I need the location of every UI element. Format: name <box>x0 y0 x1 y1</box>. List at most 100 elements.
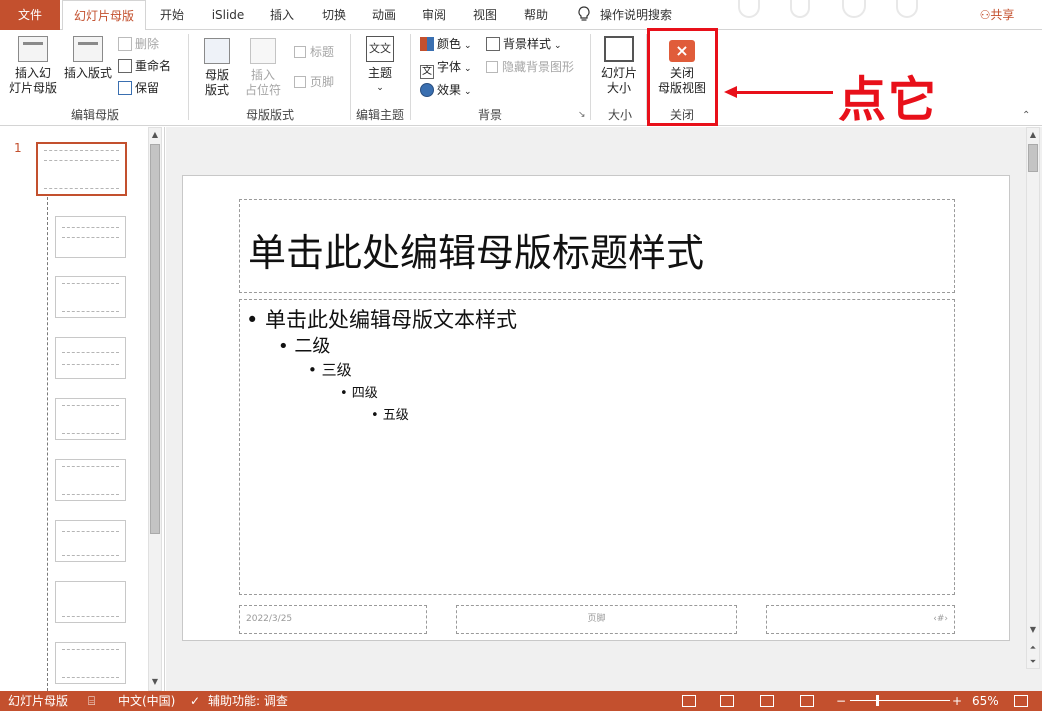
master-slide-canvas[interactable]: 单击此处编辑母版标题样式 • 单击此处编辑母版文本样式 • 二级 • 三级 • … <box>182 175 1010 641</box>
rename-icon <box>118 59 132 73</box>
colors-button[interactable]: 颜色 ⌄ <box>420 34 472 54</box>
thumbnail-master[interactable] <box>36 142 127 196</box>
next-slide-icon[interactable]: ⏷ <box>1027 656 1039 668</box>
scrollbar-thumb[interactable] <box>150 144 160 534</box>
tell-me-search[interactable]: 操作说明搜索 <box>600 0 684 30</box>
scroll-down-arrow-icon[interactable]: ▼ <box>1027 624 1039 636</box>
scrollbar-thumb[interactable] <box>1028 144 1038 172</box>
title-checkbox-label: 标题 <box>310 45 335 59</box>
insert-placeholder-icon <box>250 38 276 64</box>
thumb-placeholder <box>62 227 119 228</box>
scroll-up-arrow-icon[interactable]: ▲ <box>149 129 161 141</box>
tab-file[interactable]: 文件 <box>0 0 60 30</box>
effects-button[interactable]: 效果 ⌄ <box>420 80 472 100</box>
tab-help[interactable]: 帮助 <box>514 0 558 30</box>
group-divider <box>590 34 591 120</box>
group-divider <box>188 34 189 120</box>
tab-islide[interactable]: iSlide <box>204 0 252 30</box>
effects-icon <box>420 83 434 97</box>
background-styles-label: 背景样式 <box>503 37 552 51</box>
previous-slide-icon[interactable]: ⏶ <box>1027 642 1039 654</box>
background-styles-button[interactable]: 背景样式 ⌄ <box>486 34 562 54</box>
preserve-button[interactable]: 保留 <box>118 78 159 98</box>
fonts-button[interactable]: 文字体 ⌄ <box>420 57 472 79</box>
footer-checkbox[interactable]: 页脚 <box>294 72 334 92</box>
title-checkbox[interactable]: 标题 <box>294 42 334 62</box>
title-placeholder[interactable]: 单击此处编辑母版标题样式 <box>239 199 955 293</box>
annotation-arrow <box>735 91 833 94</box>
thumb-placeholder <box>62 433 119 434</box>
zoom-slider-thumb[interactable] <box>876 695 879 706</box>
slide-sorter-icon[interactable] <box>720 695 734 707</box>
collapse-ribbon-icon[interactable]: ⌃ <box>1022 110 1030 121</box>
zoom-level[interactable]: 65% <box>972 691 999 711</box>
slide-size-button[interactable]: 幻灯片 大小 <box>596 36 642 96</box>
zoom-slider[interactable] <box>850 700 950 701</box>
bullet-level-3: • 三级 <box>308 361 352 379</box>
tab-animations[interactable]: 动画 <box>362 0 406 30</box>
thumbnail-layout[interactable] <box>55 276 126 318</box>
thumb-placeholder <box>62 494 119 495</box>
tab-review[interactable]: 审阅 <box>412 0 456 30</box>
thumbnail-layout[interactable] <box>55 216 126 258</box>
thumb-placeholder <box>62 352 119 353</box>
date-placeholder[interactable]: 2022/3/25 <box>239 605 427 634</box>
editor-scrollbar[interactable]: ▲ ▼ ⏶ ⏷ <box>1026 127 1040 669</box>
themes-button[interactable]: 文文 主题 ⌄ <box>360 36 400 96</box>
master-layout-button[interactable]: 母版 版式 <box>196 38 238 98</box>
chevron-down-icon: ⌄ <box>376 83 384 93</box>
thumb-placeholder <box>62 531 119 532</box>
title-decoration <box>896 0 918 18</box>
thumbnail-layout[interactable] <box>55 337 126 379</box>
insert-layout-button[interactable]: 插入版式 <box>62 36 114 81</box>
scroll-up-arrow-icon[interactable]: ▲ <box>1027 129 1039 141</box>
slideshow-icon[interactable] <box>800 695 814 707</box>
thumbnail-layout[interactable] <box>55 581 126 623</box>
insert-slide-master-label2: 灯片母版 <box>8 81 57 95</box>
thumb-placeholder <box>62 364 119 365</box>
share-button[interactable]: ⚇共享 <box>972 0 1022 30</box>
spelling-icon[interactable]: ⌸ <box>88 691 95 711</box>
thumbnail-layout[interactable] <box>55 520 126 562</box>
reading-view-icon[interactable] <box>760 695 774 707</box>
colors-label: 颜色 <box>437 37 462 51</box>
thumb-placeholder <box>62 283 119 284</box>
thumbnail-scrollbar[interactable]: ▲ ▼ <box>148 127 162 691</box>
language-indicator[interactable]: 中文(中国) <box>118 691 175 711</box>
layout-connector <box>47 197 48 691</box>
footer-placeholder[interactable]: 页脚 <box>456 605 737 634</box>
rename-button[interactable]: 重命名 <box>118 56 171 76</box>
tab-view[interactable]: 视图 <box>463 0 507 30</box>
slide-size-icon <box>604 36 634 62</box>
body-placeholder[interactable]: • 单击此处编辑母版文本样式 • 二级 • 三级 • 四级 • 五级 <box>239 299 955 595</box>
lightbulb-icon[interactable] <box>574 0 594 30</box>
zoom-out-button[interactable]: − <box>836 691 846 711</box>
checkbox-icon <box>294 46 306 58</box>
preserve-icon <box>118 81 132 95</box>
hide-background-checkbox[interactable]: 隐藏背景图形 <box>486 57 574 77</box>
thumbnail-layout[interactable] <box>55 459 126 501</box>
thumb-placeholder <box>62 311 119 312</box>
zoom-in-button[interactable]: + <box>952 691 962 711</box>
thumbnail-layout[interactable] <box>55 398 126 440</box>
slide-size-label1: 幻灯片 <box>600 66 637 80</box>
person-icon: ⚇ <box>979 8 991 22</box>
accessibility-status[interactable]: 辅助功能: 调查 <box>208 691 288 711</box>
tab-home[interactable]: 开始 <box>150 0 194 30</box>
normal-view-icon[interactable] <box>682 695 696 707</box>
tab-insert[interactable]: 插入 <box>260 0 304 30</box>
background-styles-icon <box>486 37 500 51</box>
tab-slide-master[interactable]: 幻灯片母版 <box>62 0 146 31</box>
tab-transitions[interactable]: 切换 <box>312 0 356 30</box>
thumbnail-layout[interactable] <box>55 642 126 684</box>
dialog-launcher-icon[interactable]: ↘ <box>578 110 586 120</box>
chevron-down-icon: ⌄ <box>464 41 472 51</box>
delete-button[interactable]: 删除 <box>118 34 159 54</box>
scroll-down-arrow-icon[interactable]: ▼ <box>149 676 161 688</box>
slide-number-placeholder[interactable]: ‹#› <box>766 605 955 634</box>
insert-placeholder-button[interactable]: 插入 占位符 <box>240 38 286 98</box>
effects-label: 效果 <box>437 83 462 97</box>
insert-slide-master-button[interactable]: 插入幻 灯片母版 <box>8 36 58 96</box>
insert-layout-icon <box>73 36 103 62</box>
fit-to-window-icon[interactable] <box>1014 695 1028 707</box>
